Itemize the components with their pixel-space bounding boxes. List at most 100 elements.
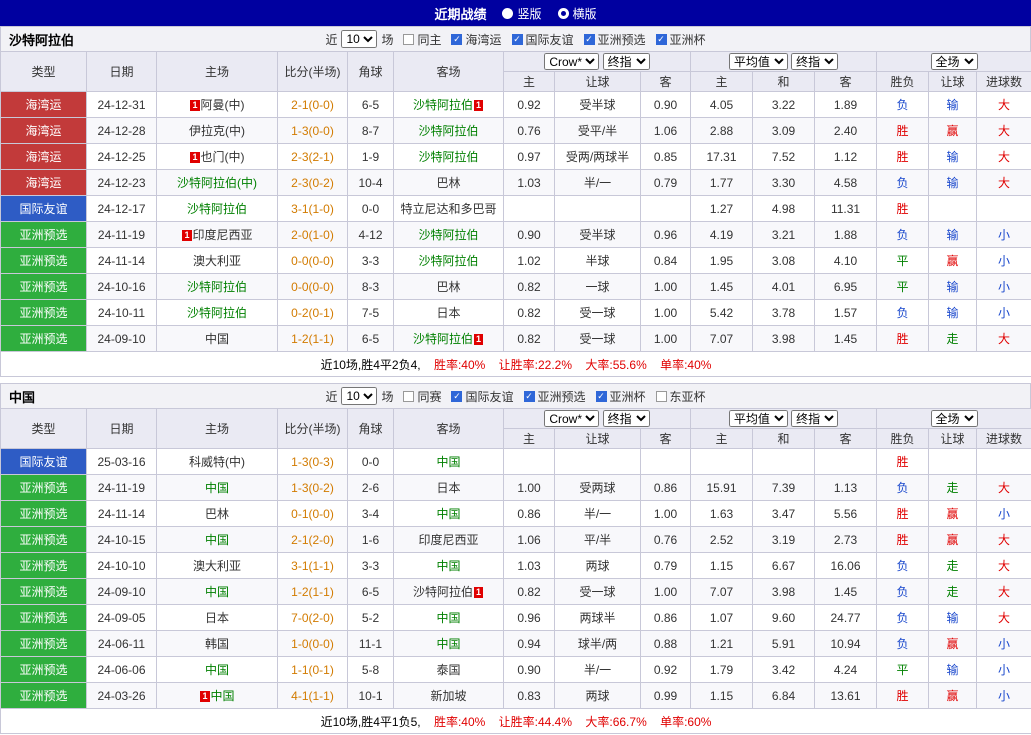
avg-home: 2.52 [691,527,753,553]
match-type-badge: 亚洲预选 [1,553,87,579]
summary-cell: 近10场,胜4平2负4, 胜率:40% 让胜率:22.2% 大率:55.6% 单… [1,352,1031,377]
home-team-name: 中国 [205,585,229,599]
home-team-name: 沙特阿拉伯(中) [177,176,257,190]
odds-away: 0.88 [641,631,691,657]
avg-draw: 3.22 [753,92,815,118]
avg-home: 1.15 [691,553,753,579]
layout-radio-vertical[interactable]: 竖版 [502,5,541,22]
home-team-cell: 澳大利亚 [157,248,278,274]
filter-checkbox[interactable]: 亚洲杯 [596,388,646,405]
avg-home: 7.07 [691,326,753,352]
odds-stage-select[interactable]: 终指 [603,410,650,427]
avg-draw: 3.21 [753,222,815,248]
home-team-cell: 澳大利亚 [157,553,278,579]
result-goals [977,449,1031,475]
filter-checkbox[interactable]: 同主 [403,31,441,48]
team-section-saudi-arabia: 沙特阿拉伯 近 10 场 同主海湾运国际友谊亚洲预选亚洲杯 类型 日期 主 [0,26,1031,377]
filter-checkbox[interactable]: 亚洲预选 [584,31,646,48]
avg-away: 1.45 [815,579,877,605]
away-team-cell: 中国 [394,449,504,475]
filter-checkbox[interactable]: 国际友谊 [451,388,513,405]
away-team-cell: 中国 [394,553,504,579]
scope-select[interactable]: 全场 [931,53,978,70]
avg-source-select[interactable]: 平均值 [729,53,788,70]
result-handicap: 输 [929,170,977,196]
odds-home: 0.97 [504,144,555,170]
odds-away: 1.00 [641,274,691,300]
odds-away: 0.79 [641,170,691,196]
corner-score: 0-0 [348,196,394,222]
filter-checkbox-label: 亚洲预选 [598,31,646,48]
odds-handicap: 受平/半 [555,118,641,144]
filter-checkbox[interactable]: 东亚杯 [656,388,706,405]
radio-icon [558,8,569,19]
avg-draw: 3.78 [753,300,815,326]
avg-away: 11.31 [815,196,877,222]
match-type-badge: 亚洲预选 [1,326,87,352]
result-goals: 大 [977,144,1031,170]
odds-home: 0.90 [504,222,555,248]
filter-checkbox[interactable]: 海湾运 [451,31,501,48]
result-win-draw-loss: 胜 [877,118,929,144]
checkbox-checked-icon [524,391,535,402]
table-row: 亚洲预选24-11-191印度尼西亚2-0(1-0)4-12沙特阿拉伯0.90受… [1,222,1031,248]
match-date: 24-11-14 [87,248,157,274]
table-row: 亚洲预选24-10-15中国2-1(2-0)1-6印度尼西亚1.06平/半0.7… [1,527,1031,553]
avg-home: 1.07 [691,605,753,631]
col-odds-home: 主 [504,429,555,449]
avg-draw: 3.08 [753,248,815,274]
avg-stage-select[interactable]: 终指 [791,410,838,427]
odds-home: 0.96 [504,605,555,631]
odds-handicap: 两球半 [555,605,641,631]
match-count-select[interactable]: 10 [341,30,377,48]
avg-stage-select[interactable]: 终指 [791,53,838,70]
filter-checkbox[interactable]: 亚洲预选 [524,388,586,405]
odds-company-select[interactable]: Crow* [544,53,599,70]
away-team-name: 沙特阿拉伯 [418,228,478,242]
checkbox-checked-icon [512,34,523,45]
odds-stage-select[interactable]: 终指 [603,53,650,70]
home-team-cell: 沙特阿拉伯 [157,196,278,222]
avg-draw: 7.39 [753,475,815,501]
result-win-draw-loss: 负 [877,170,929,196]
competition-filter-checkboxes: 同赛国际友谊亚洲预选亚洲杯东亚杯 [403,388,705,405]
filter-checkbox[interactable]: 国际友谊 [512,31,574,48]
avg-away: 4.58 [815,170,877,196]
result-goals: 小 [977,501,1031,527]
avg-home: 1.63 [691,501,753,527]
match-date: 24-09-10 [87,579,157,605]
home-team-name: 沙特阿拉伯 [187,280,247,294]
match-type-badge: 亚洲预选 [1,683,87,709]
avg-away: 1.12 [815,144,877,170]
away-team-cell: 日本 [394,475,504,501]
match-date: 24-12-23 [87,170,157,196]
match-score: 0-1(0-0) [278,501,348,527]
layout-radio-horizontal[interactable]: 横版 [558,5,597,22]
odds-handicap: 受半球 [555,92,641,118]
match-score: 2-1(0-0) [278,92,348,118]
home-team-cell: 1也门(中) [157,144,278,170]
avg-draw: 6.67 [753,553,815,579]
odds-handicap: 平/半 [555,527,641,553]
competition-filter-checkboxes: 同主海湾运国际友谊 亚洲预选亚洲杯 [403,31,705,48]
scope-select[interactable]: 全场 [931,410,978,427]
avg-home: 17.31 [691,144,753,170]
match-score: 3-1(1-1) [278,553,348,579]
odds-home: 0.82 [504,326,555,352]
match-count-select[interactable]: 10 [341,387,377,405]
match-date: 24-10-11 [87,300,157,326]
filter-checkbox[interactable]: 亚洲杯 [656,31,706,48]
avg-draw: 6.84 [753,683,815,709]
away-team-name: 中国 [436,611,460,625]
odds-company-select[interactable]: Crow* [544,410,599,427]
avg-home: 2.88 [691,118,753,144]
filter-suffix: 场 [381,31,393,48]
avg-source-select[interactable]: 平均值 [729,410,788,427]
filter-checkbox[interactable]: 同赛 [403,388,441,405]
avg-home [691,449,753,475]
col-date: 日期 [87,409,157,449]
home-team-name: 中国 [205,332,229,346]
table-row: 亚洲预选24-03-261中国4-1(1-1)10-1新加坡0.83两球0.99… [1,683,1031,709]
odds-away: 0.86 [641,605,691,631]
avg-away: 1.45 [815,326,877,352]
